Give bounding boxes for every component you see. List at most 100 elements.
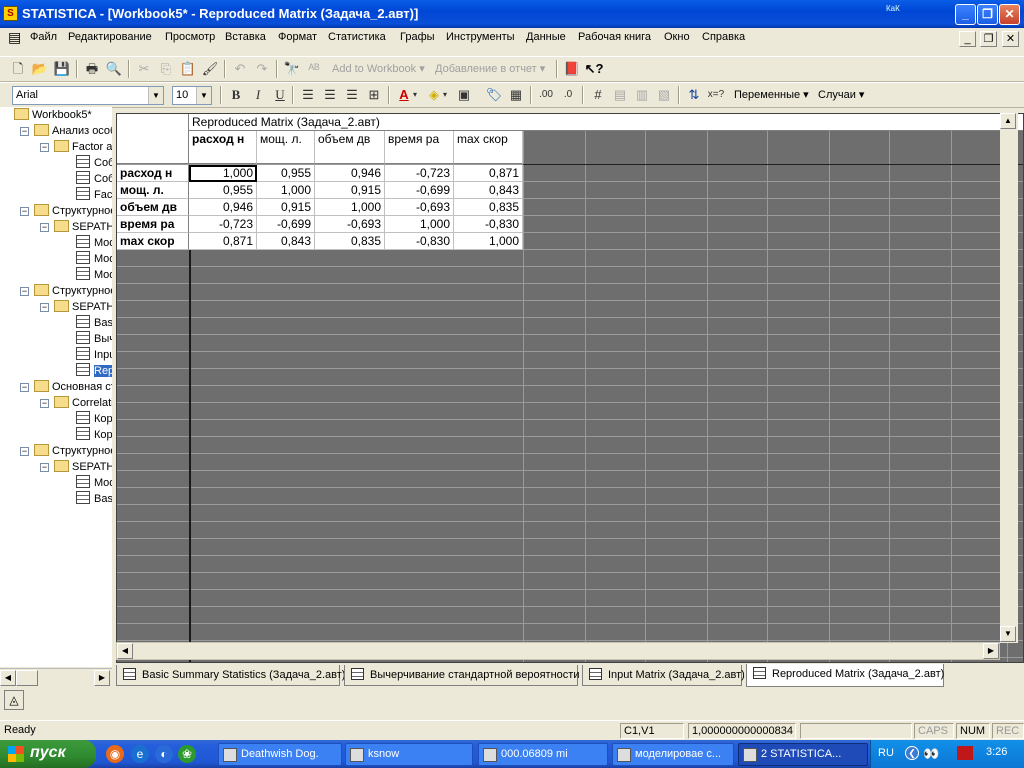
formula-icon[interactable]: x=?: [706, 86, 726, 104]
internet-explorer-icon[interactable]: e: [131, 745, 149, 763]
row-header[interactable]: объем дв: [117, 199, 189, 216]
align-center-icon[interactable]: ☰: [320, 86, 340, 104]
underline-button[interactable]: U: [270, 86, 290, 104]
collapse-tray-icon[interactable]: ❮: [905, 746, 919, 760]
print-preview-icon[interactable]: 🔍: [104, 60, 124, 78]
tab-4[interactable]: Reproduced Matrix (Задача_2.авт): [746, 664, 944, 687]
tree-item[interactable]: Анализ особен: [34, 123, 112, 139]
print-icon[interactable]: 🖶: [82, 60, 102, 78]
collapse-toggle-icon[interactable]: −: [40, 223, 49, 232]
tree-item[interactable]: Workbook5*: [14, 107, 92, 123]
table-cell[interactable]: -0,723: [385, 165, 454, 182]
collapse-toggle-icon[interactable]: −: [40, 463, 49, 472]
menu-window[interactable]: Окно: [664, 31, 690, 43]
tree-item[interactable]: Factor anal: [54, 139, 112, 155]
tree-item[interactable]: Корре.: [76, 411, 112, 427]
corner-cell[interactable]: [117, 114, 189, 164]
row-header[interactable]: max скор: [117, 233, 189, 250]
tree-item[interactable]: SEPATH re: [54, 299, 112, 315]
menu-graphs[interactable]: Графы: [400, 31, 435, 43]
redo-icon[interactable]: ↷: [252, 60, 272, 78]
tab-3[interactable]: Input Matrix (Задача_2.авт): [582, 665, 745, 686]
open-icon[interactable]: 📂: [30, 60, 50, 78]
tree-item[interactable]: Структурное: [34, 443, 112, 459]
replace-icon[interactable]: ᴬᴮ: [304, 60, 324, 78]
table-edit-icon[interactable]: ▥: [632, 86, 652, 104]
book-icon[interactable]: 📕: [562, 60, 582, 78]
column-header[interactable]: объем дв: [315, 131, 385, 164]
tree-item[interactable]: Структурное: [34, 283, 112, 299]
sort-icon[interactable]: ⇅: [684, 86, 704, 104]
column-header[interactable]: время ра: [385, 131, 454, 164]
tree-item[interactable]: SEPATH re: [54, 219, 112, 235]
table-cell[interactable]: 1,000: [385, 216, 454, 233]
menu-view[interactable]: Просмотр: [165, 31, 215, 43]
table-cell[interactable]: -0,830: [454, 216, 523, 233]
tree-item[interactable]: Model I: [76, 251, 112, 267]
tree-item[interactable]: SEPATH re: [54, 459, 112, 475]
align-right-icon[interactable]: ☰: [342, 86, 362, 104]
table-cell[interactable]: 0,915: [315, 182, 385, 199]
vertical-scrollbar[interactable]: ▲ ▼: [1000, 113, 1018, 643]
table-cell[interactable]: 0,871: [454, 165, 523, 182]
menu-statistics[interactable]: Статистика: [328, 31, 386, 43]
document-icon[interactable]: ▤: [8, 29, 21, 46]
table-cell[interactable]: -0,830: [385, 233, 454, 250]
table-tools-icon[interactable]: ▧: [654, 86, 674, 104]
column-header[interactable]: max скор: [454, 131, 523, 164]
start-button[interactable]: пуск: [0, 740, 96, 768]
table-cell[interactable]: 0,955: [257, 165, 315, 182]
table-cell[interactable]: -0,699: [257, 216, 315, 233]
table-cell[interactable]: 0,915: [257, 199, 315, 216]
row-header[interactable]: время ра: [117, 216, 189, 233]
taskbar-task[interactable]: ksnow: [345, 743, 473, 766]
add-to-report-button[interactable]: Добавление в отчет ▾: [435, 62, 545, 75]
tree-item[interactable]: Model I: [76, 475, 112, 491]
table-cell[interactable]: -0,723: [189, 216, 257, 233]
table-cell[interactable]: 0,835: [454, 199, 523, 216]
language-indicator[interactable]: RU: [878, 747, 894, 759]
table-cell[interactable]: 0,871: [189, 233, 257, 250]
table-cell[interactable]: 0,955: [189, 182, 257, 199]
menu-help[interactable]: Справка: [702, 31, 745, 43]
mdi-close-button[interactable]: ✕: [1002, 31, 1019, 47]
mdi-restore-button[interactable]: ❐: [980, 31, 997, 47]
collapse-toggle-icon[interactable]: −: [20, 287, 29, 296]
spreadsheet-grid[interactable]: Reproduced Matrix (Задача_2.авт) расход н…: [116, 113, 1024, 663]
tree-item[interactable]: Корре.: [76, 427, 112, 443]
row-header[interactable]: мощ. л.: [117, 182, 189, 199]
border-icon[interactable]: ▣: [454, 86, 474, 104]
row-header[interactable]: расход н: [117, 165, 189, 182]
tree-item[interactable]: Basic S: [76, 491, 112, 507]
tree-item[interactable]: Correlation: [54, 395, 112, 411]
eyes-icon[interactable]: 👀: [923, 746, 939, 762]
menu-workbook[interactable]: Рабочая книга: [578, 31, 651, 43]
taskbar-task[interactable]: Deathwish Dog.: [218, 743, 342, 766]
table-cell[interactable]: 0,843: [454, 182, 523, 199]
table-cell[interactable]: 1,000: [315, 199, 385, 216]
statistica-icon[interactable]: S: [3, 6, 18, 21]
table-cell[interactable]: -0,693: [385, 199, 454, 216]
collapse-toggle-icon[interactable]: −: [40, 303, 49, 312]
bold-button[interactable]: B: [226, 86, 246, 104]
tree-item[interactable]: Basic S: [76, 315, 112, 331]
merge-icon[interactable]: ⊞: [364, 86, 384, 104]
align-left-icon[interactable]: ☰: [298, 86, 318, 104]
horizontal-scrollbar[interactable]: ◀ ▶: [116, 642, 1000, 660]
tree-item[interactable]: Reproc: [76, 363, 112, 379]
table-cell[interactable]: 0,835: [315, 233, 385, 250]
paste-icon[interactable]: 📋: [178, 60, 198, 78]
save-icon[interactable]: 💾: [52, 60, 72, 78]
copy-icon[interactable]: ⎘: [156, 60, 176, 78]
increase-decimal-icon[interactable]: .00: [536, 86, 556, 104]
taskbar-task[interactable]: моделировае с...: [612, 743, 734, 766]
variables-button[interactable]: Переменные ▾: [734, 88, 809, 101]
tab-2[interactable]: Вычерчивание стандартной вероятности: [344, 665, 579, 686]
collapse-toggle-icon[interactable]: −: [20, 207, 29, 216]
font-select[interactable]: Arial ▼: [12, 86, 164, 105]
tree-item[interactable]: Собстве: [76, 155, 112, 171]
undo-icon[interactable]: ↶: [230, 60, 250, 78]
collapse-toggle-icon[interactable]: −: [20, 127, 29, 136]
chevron-down-icon[interactable]: ▾: [410, 86, 420, 104]
tree-item[interactable]: Основная ста: [34, 379, 112, 395]
